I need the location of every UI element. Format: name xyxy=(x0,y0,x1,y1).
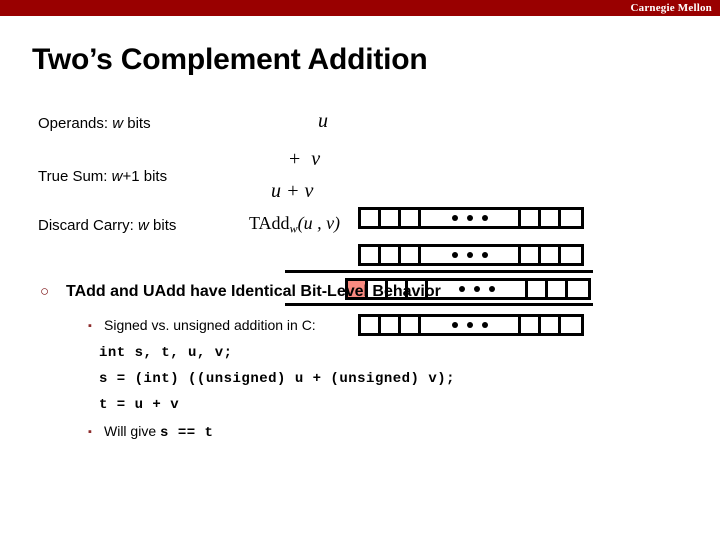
code-line-signed-add: t = u + v xyxy=(99,397,180,413)
ellipsis-dot-icon xyxy=(481,215,488,221)
bullet-sub-2-code: s == t xyxy=(160,425,214,441)
bit-cell xyxy=(361,317,381,333)
bit-ellipsis-gap xyxy=(421,247,521,263)
addition-rule-top xyxy=(285,270,593,273)
bit-cell xyxy=(528,281,548,297)
ellipsis-dot-icon xyxy=(473,286,480,292)
bit-cell xyxy=(521,210,541,226)
bit-cell xyxy=(561,247,581,263)
addition-rule-bottom xyxy=(285,303,593,306)
bullet-item-sub-2: ▪ Will give s == t xyxy=(88,423,213,441)
bullet-item-sub-1: ▪ Signed vs. unsigned addition in C: xyxy=(88,317,316,333)
ellipsis-dot-icon xyxy=(481,322,488,328)
bullet-item-primary: ○ TAdd and UAdd have Identical Bit-Level … xyxy=(40,283,441,301)
bit-cell xyxy=(521,317,541,333)
ellipsis-dot-icon xyxy=(451,215,458,221)
page-title: Two’s Complement Addition xyxy=(32,43,428,76)
bit-cell xyxy=(541,317,561,333)
bit-cell xyxy=(568,281,588,297)
math-operand-u: u xyxy=(318,110,328,132)
bullet-primary-label: TAdd and UAdd have Identical Bit-Level B… xyxy=(66,283,441,300)
bit-cell xyxy=(541,247,561,263)
code-line-declaration: int s, t, u, v; xyxy=(99,345,233,361)
bit-cell xyxy=(561,210,581,226)
bit-cell xyxy=(361,247,381,263)
bit-cell xyxy=(561,317,581,333)
ellipsis-dot-icon xyxy=(466,252,473,258)
ellipsis-dot-icon xyxy=(451,322,458,328)
label-discard-carry: Discard Carry: w bits xyxy=(38,217,177,234)
ellipsis-dot-icon xyxy=(481,252,488,258)
label-operands: Operands: w bits xyxy=(38,115,151,132)
bit-cell xyxy=(381,247,401,263)
bit-cell xyxy=(401,317,421,333)
bit-cell xyxy=(401,247,421,263)
ellipsis-dot-icon xyxy=(458,286,465,292)
bit-cell xyxy=(401,210,421,226)
bit-ellipsis-gap xyxy=(421,210,521,226)
bit-cell xyxy=(541,210,561,226)
label-true-sum: True Sum: w+1 bits xyxy=(38,168,168,185)
ellipsis-dot-icon xyxy=(466,215,473,221)
bit-cell xyxy=(381,210,401,226)
ellipsis-dot-icon xyxy=(451,252,458,258)
bullet-sub-1-label: Signed vs. unsigned addition in C: xyxy=(104,317,316,333)
bit-cell xyxy=(361,210,381,226)
ellipsis-dot-icon xyxy=(466,322,473,328)
bullet-square-icon: ▪ xyxy=(88,426,92,438)
code-line-unsigned-add: s = (int) ((unsigned) u + (unsigned) v); xyxy=(99,371,456,387)
ellipsis-dot-icon xyxy=(488,286,495,292)
math-operand-plus-v: + v xyxy=(289,148,324,170)
math-true-sum: u + v xyxy=(271,180,314,202)
header-bar: Carnegie Mellon xyxy=(0,0,720,16)
bit-cell xyxy=(548,281,568,297)
bullet-circle-icon: ○ xyxy=(40,283,50,300)
bit-ellipsis-gap xyxy=(421,317,521,333)
bit-cell xyxy=(381,317,401,333)
twos-complement-addition-diagram: Operands: w bits True Sum: w+1 bits Disc… xyxy=(0,100,720,336)
bullet-sub-2-label: Will give xyxy=(104,423,161,439)
bit-row-u xyxy=(358,207,584,229)
carnegie-mellon-brand: Carnegie Mellon xyxy=(630,2,712,14)
bit-ellipsis-gap xyxy=(428,281,528,297)
bit-row-v xyxy=(358,244,584,266)
bullet-square-icon: ▪ xyxy=(88,320,92,332)
bit-row-tadd-result xyxy=(358,314,584,336)
math-tadd-expression: TAddw(u , v) xyxy=(249,213,341,236)
bit-cell xyxy=(521,247,541,263)
